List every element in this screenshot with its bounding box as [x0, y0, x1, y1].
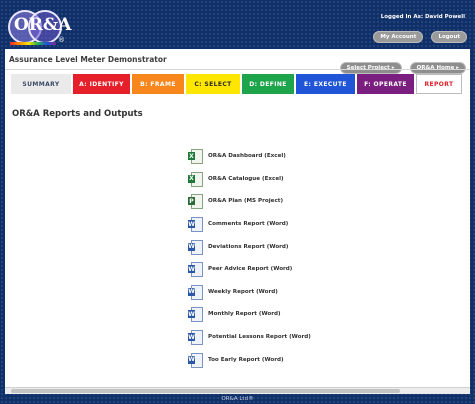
word-icon: W: [188, 284, 203, 300]
report-label[interactable]: Too Early Report (Word): [208, 357, 284, 363]
tab-summary[interactable]: SUMMARY: [11, 74, 71, 94]
registered-mark: ®: [58, 36, 65, 44]
tab-report[interactable]: REPORT: [416, 74, 462, 94]
report-item-deviations[interactable]: W Deviations Report (Word): [188, 235, 311, 258]
app-title: Assurance Level Meter Demonstrator: [9, 55, 167, 64]
word-icon: W: [188, 239, 203, 255]
word-icon: W: [188, 329, 203, 346]
report-item-plan[interactable]: P OR&A Plan (MS Project): [188, 190, 311, 213]
horizontal-scrollbar[interactable]: [5, 387, 470, 394]
logout-button[interactable]: Logout: [431, 31, 467, 43]
tab-frame[interactable]: B: FRAME: [132, 74, 184, 94]
report-label[interactable]: Comments Report (Word): [208, 221, 288, 227]
ms-project-icon: P: [188, 193, 203, 210]
my-account-button[interactable]: My Account: [373, 31, 424, 43]
phase-tabs: SUMMARY A: IDENTIFY B: FRAME C: SELECT D…: [11, 74, 464, 94]
report-item-weekly[interactable]: W Weekly Report (Word): [188, 281, 311, 304]
tab-define[interactable]: D: DEFINE: [242, 74, 294, 94]
tab-identify[interactable]: A: IDENTIFY: [73, 74, 130, 94]
excel-icon: X: [188, 148, 203, 165]
report-label[interactable]: OR&A Dashboard (Excel): [208, 153, 286, 159]
report-label[interactable]: Monthly Report (Word): [208, 311, 281, 317]
report-item-monthly[interactable]: W Monthly Report (Word): [188, 303, 311, 326]
report-item-too-early[interactable]: W Too Early Report (Word): [188, 348, 311, 371]
report-item-dashboard[interactable]: X OR&A Dashboard (Excel): [188, 145, 311, 168]
select-project-button[interactable]: Select Project ▸: [339, 62, 402, 74]
word-icon: W: [188, 216, 203, 233]
logo-rainbow-bar: [10, 42, 56, 45]
report-item-potential-lessons[interactable]: W Potential Lessons Report (Word): [188, 326, 311, 349]
report-item-peer-advice[interactable]: W Peer Advice Report (Word): [188, 258, 311, 281]
excel-icon: X: [188, 171, 203, 187]
report-item-comments[interactable]: W Comments Report (Word): [188, 213, 311, 236]
word-icon: W: [188, 352, 203, 368]
report-label[interactable]: Peer Advice Report (Word): [208, 266, 292, 272]
project-bar: Select Project ▸ OR&A Home ▸: [337, 54, 466, 74]
report-label[interactable]: Weekly Report (Word): [208, 289, 278, 295]
report-label[interactable]: OR&A Plan (MS Project): [208, 198, 283, 204]
tab-operate[interactable]: F: OPERATE: [357, 74, 414, 94]
ora-logo[interactable]: OR&A ®: [6, 6, 71, 46]
logo-text: OR&A: [14, 15, 72, 35]
ora-home-button[interactable]: OR&A Home ▸: [409, 62, 466, 74]
scrollbar-thumb[interactable]: [11, 389, 400, 393]
tab-execute[interactable]: E: EXECUTE: [296, 74, 355, 94]
report-label[interactable]: Potential Lessons Report (Word): [208, 334, 311, 340]
word-icon: W: [188, 306, 203, 323]
reports-list: X OR&A Dashboard (Excel) X OR&A Catalogu…: [188, 145, 311, 371]
report-item-catalogue[interactable]: X OR&A Catalogue (Excel): [188, 168, 311, 191]
footer-text: OR&A Ltd®: [221, 396, 254, 402]
logged-in-text: Logged In As: David Powell: [380, 14, 465, 20]
divider: [5, 69, 470, 70]
section-title: OR&A Reports and Outputs: [12, 109, 143, 119]
tab-select[interactable]: C: SELECT: [186, 74, 240, 94]
user-box: Logged In As: David Powell My Account Lo…: [370, 14, 467, 43]
content-panel: Assurance Level Meter Demonstrator Selec…: [5, 49, 470, 394]
report-label[interactable]: Deviations Report (Word): [208, 244, 289, 250]
word-icon: W: [188, 261, 203, 278]
report-label[interactable]: OR&A Catalogue (Excel): [208, 176, 284, 182]
